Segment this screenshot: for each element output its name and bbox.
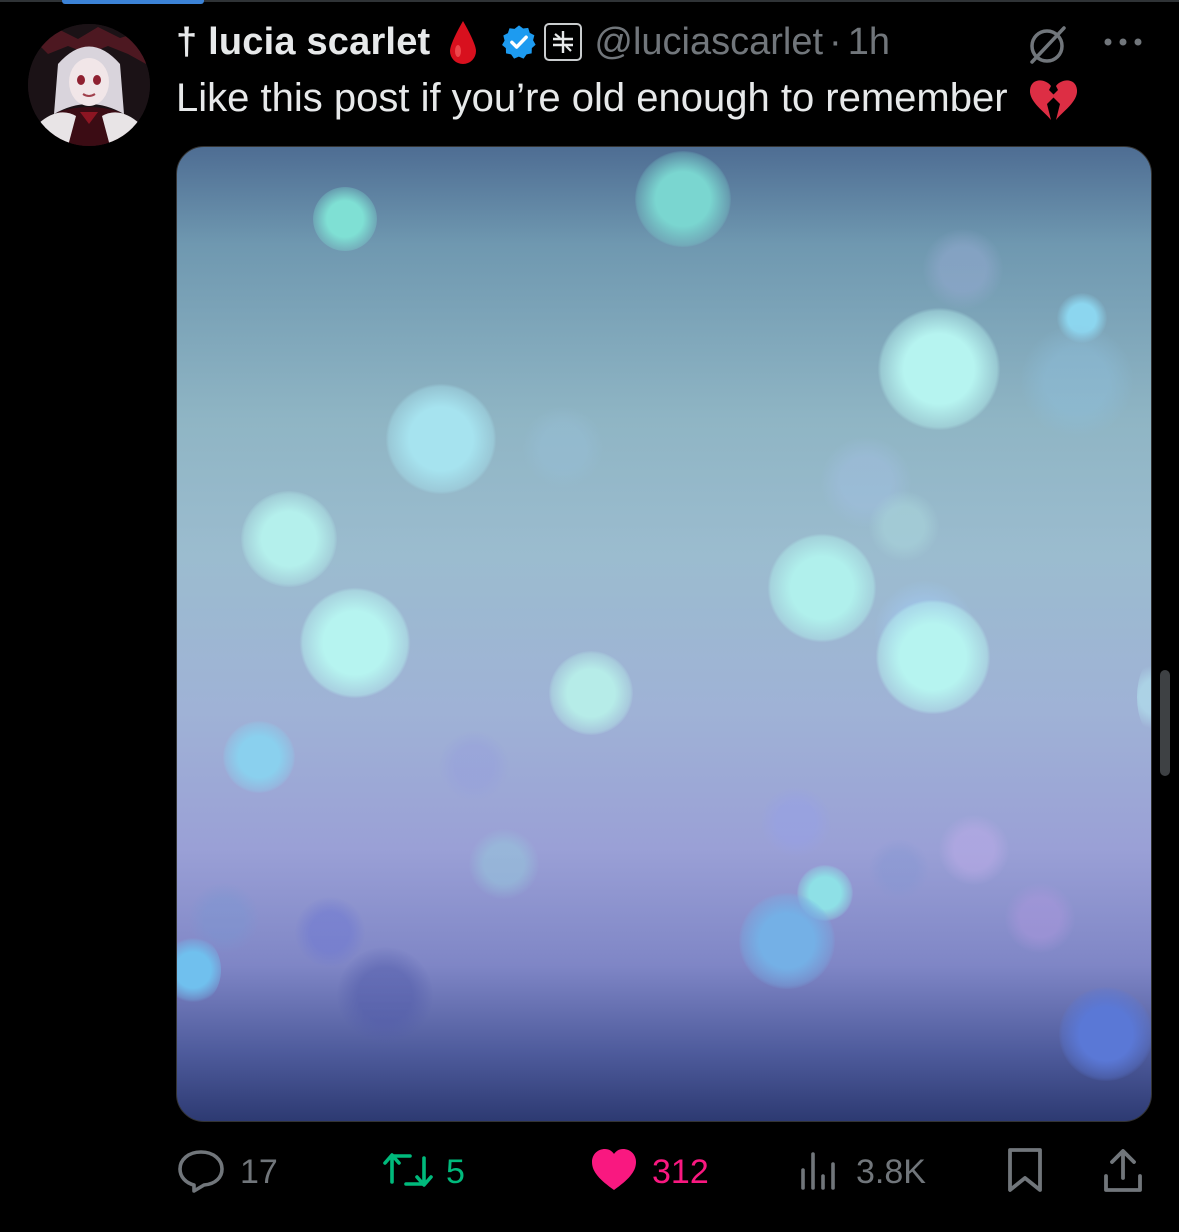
display-name[interactable]: † lucia scarlet (176, 21, 430, 64)
avatar-image (28, 24, 150, 146)
bokeh-circle (739, 893, 835, 989)
bokeh-circle (299, 587, 411, 699)
share-icon (1100, 1146, 1146, 1199)
bokeh-circle (523, 407, 603, 487)
active-tab-indicator (62, 0, 204, 4)
views-button[interactable]: 3.8K (798, 1140, 926, 1204)
scrollbar[interactable] (1160, 670, 1170, 776)
post-header: † lucia scarlet @luciascarlet · 1h (176, 16, 890, 68)
bokeh-circle (223, 721, 295, 793)
bokeh-circle (875, 599, 991, 715)
bokeh-circle (439, 731, 509, 801)
affiliate-badge-icon[interactable] (544, 23, 583, 61)
bokeh-circle (385, 383, 497, 495)
bokeh-circle (877, 307, 1001, 431)
bokeh-circle (869, 491, 939, 561)
bokeh-circle (469, 829, 539, 899)
bokeh-circle (761, 787, 831, 857)
bokeh-circle (1021, 325, 1133, 437)
grok-icon[interactable] (1024, 22, 1070, 68)
post-time[interactable]: 1h (848, 21, 890, 64)
drop-of-blood-icon (448, 19, 478, 65)
user-handle[interactable]: @luciascarlet (594, 21, 823, 64)
bokeh-circle (549, 651, 633, 735)
repost-count: 5 (446, 1152, 465, 1191)
reply-icon (176, 1146, 226, 1199)
bokeh-circle (337, 947, 433, 1043)
reply-count: 17 (240, 1152, 278, 1191)
post-text-container: Like this post if you’re old enough to r… (176, 72, 1079, 124)
bokeh-circle (1005, 883, 1075, 953)
like-button[interactable]: 312 (590, 1140, 709, 1204)
bokeh-circle (1059, 987, 1151, 1081)
heart-icon (590, 1148, 638, 1197)
bokeh-circle (241, 491, 337, 587)
views-count: 3.8K (856, 1152, 926, 1191)
bokeh-circle (767, 533, 877, 643)
views-icon (798, 1148, 840, 1197)
post-text: Like this post if you’re old enough to r… (176, 76, 1008, 120)
separator-dot: · (829, 20, 842, 63)
post-image[interactable] (176, 146, 1152, 1122)
bokeh-circle (939, 815, 1009, 885)
bokeh-circle (1137, 657, 1151, 737)
bookmark-button[interactable] (1004, 1140, 1046, 1204)
share-button[interactable] (1100, 1140, 1146, 1204)
reply-button[interactable]: 17 (176, 1140, 278, 1204)
bokeh-circle (869, 839, 929, 899)
verified-badge-icon[interactable] (500, 23, 538, 61)
like-count: 312 (652, 1152, 709, 1191)
broken-heart-icon (1027, 78, 1079, 122)
repost-icon (382, 1148, 434, 1197)
repost-button[interactable]: 5 (382, 1140, 465, 1204)
bookmark-icon (1004, 1146, 1046, 1199)
bokeh-circle (313, 187, 377, 251)
action-bar: 17 5 312 3.8K (0, 1140, 1179, 1204)
bokeh-circle (923, 229, 1003, 309)
more-icon[interactable] (1098, 30, 1148, 54)
bokeh-circle (635, 151, 731, 247)
avatar[interactable] (28, 24, 150, 146)
